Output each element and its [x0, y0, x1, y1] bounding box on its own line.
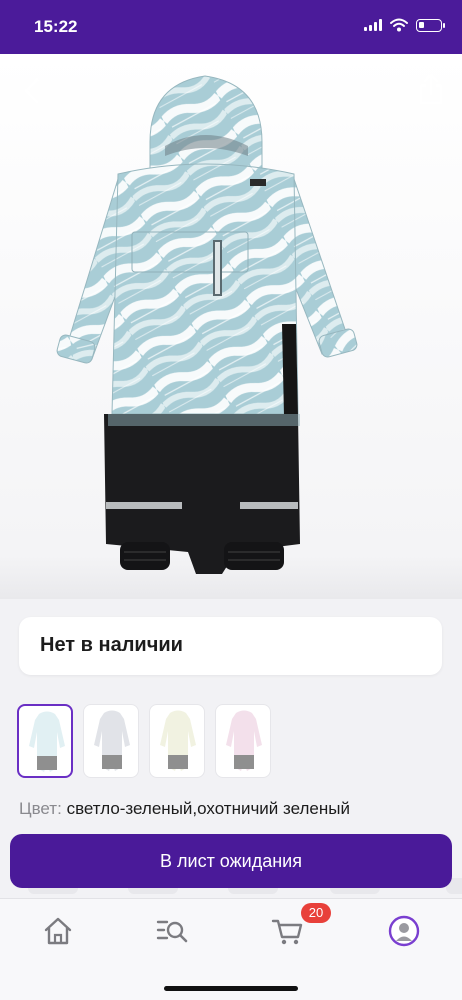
tab-bar: [0, 898, 462, 1000]
cart-icon: [271, 919, 303, 945]
share-icon: [419, 73, 443, 105]
color-thumbnails: [17, 704, 271, 778]
thumbnail-image: [29, 711, 65, 772]
share-button[interactable]: [416, 72, 446, 106]
back-button[interactable]: [18, 76, 48, 106]
status-icons: [364, 18, 445, 32]
availability-card: Нет в наличии: [19, 617, 442, 675]
waitlist-button[interactable]: В лист ожидания: [10, 834, 452, 888]
signal-icon: [364, 19, 382, 31]
home-icon: [44, 917, 72, 945]
color-label: Цвет:: [19, 799, 62, 818]
status-time: 15:22: [34, 17, 78, 36]
color-thumbnail[interactable]: [215, 704, 271, 778]
thumbnail-image: [94, 710, 130, 771]
catalog-search-icon: [156, 920, 188, 943]
home-indicator: [164, 986, 298, 991]
color-thumbnail[interactable]: [149, 704, 205, 778]
color-thumbnail[interactable]: [83, 704, 139, 778]
snowsuit-illustration: [56, 75, 358, 574]
avatar-icon: [388, 915, 420, 947]
cart-badge: 20: [301, 903, 331, 923]
color-thumbnail[interactable]: [17, 704, 73, 778]
product-image[interactable]: [0, 54, 462, 599]
tab-profile[interactable]: [386, 913, 422, 949]
availability-text: Нет в наличии: [40, 634, 183, 656]
tab-cart[interactable]: [270, 913, 306, 949]
wifi-icon: [390, 18, 408, 32]
tab-home[interactable]: [40, 913, 76, 949]
color-value: светло-зеленый,охотничий зеленый: [66, 799, 350, 818]
tab-catalog[interactable]: [154, 913, 190, 949]
thumbnail-image: [160, 710, 196, 771]
color-info: Цвет: светло-зеленый,охотничий зеленый: [19, 799, 350, 819]
thumbnail-image: [226, 710, 262, 771]
battery-icon: [416, 18, 445, 32]
status-bar: 15:22: [0, 0, 462, 54]
chevron-left-icon: [24, 78, 39, 104]
